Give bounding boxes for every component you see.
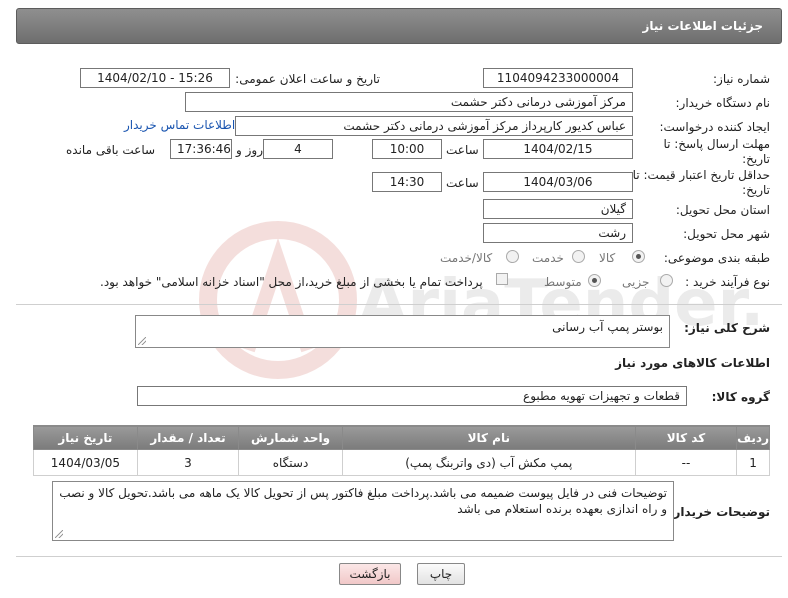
divider (16, 304, 782, 305)
description-textarea[interactable]: بوستر پمپ آب رسانی (135, 315, 670, 348)
back-button[interactable]: بازگشت (339, 563, 401, 585)
goods-group-field[interactable]: قطعات و تجهیزات تهویه مطبوع (137, 386, 687, 406)
print-button[interactable]: چاپ (417, 563, 465, 585)
header-panel: جزئیات اطلاعات نیاز (16, 8, 782, 44)
page-title: جزئیات اطلاعات نیاز (642, 19, 763, 33)
city-field[interactable]: رشت (483, 223, 633, 243)
purchase-option-minor: جزیی (622, 275, 650, 289)
buyer-org-field[interactable]: مرکز آموزشی درمانی دکتر حشمت (185, 92, 633, 112)
description-label: شرح کلی نیاز: (684, 321, 770, 335)
buyer-notes-label: توضیحات خریدار: (668, 505, 770, 519)
creator-field[interactable]: عباس کدیور کارپرداز مرکز آموزشی درمانی د… (235, 116, 633, 136)
table-header-row: ردیف کد کالا نام کالا واحد شمارش تعداد /… (33, 425, 770, 450)
purchase-option-medium: متوسط (544, 275, 582, 289)
category-radio-service[interactable] (572, 250, 585, 263)
treasury-checkbox[interactable] (496, 273, 508, 285)
announce-label: تاریخ و ساعت اعلان عمومی: (235, 72, 380, 86)
category-label: طبقه بندی موضوعی: (663, 251, 770, 265)
remaining-time-label: ساعت باقی مانده (66, 143, 156, 157)
need-number-label: شماره نیاز: (713, 72, 770, 86)
category-option-both: کالا/خدمت (440, 251, 493, 265)
goods-group-label: گروه کالا: (711, 390, 770, 404)
cell-item-code: -- (634, 449, 738, 476)
need-number-field[interactable]: 1104094233000004 (483, 68, 633, 88)
category-radio-goods[interactable] (632, 250, 645, 263)
city-label: شهر محل تحویل: (683, 227, 770, 241)
purchase-type-label: نوع فرآیند خرید : (685, 275, 770, 289)
goods-table: ردیف کد کالا نام کالا واحد شمارش تعداد /… (33, 425, 770, 476)
deadline-date-field[interactable]: 1404/02/15 (483, 139, 633, 159)
cell-row-no: 1 (736, 449, 770, 476)
price-validity-label: حداقل تاریخ اعتبار قیمت: تا تاریخ: (632, 168, 770, 197)
goods-section-title: اطلاعات کالاهای مورد نیاز (615, 356, 770, 370)
province-field[interactable]: گیلان (483, 199, 633, 219)
deadline-days-label: روز و (236, 143, 263, 157)
table-row[interactable]: 1 -- پمپ مکش آب (دی واتربنگ پمپ) دستگاه … (33, 449, 770, 476)
watermark-logo: AriaTender.neT (199, 221, 768, 379)
deadline-days-field[interactable]: 4 (263, 139, 333, 159)
col-item-code: کد کالا (634, 425, 738, 450)
purchase-radio-minor[interactable] (660, 274, 673, 287)
category-option-service: خدمت (532, 251, 564, 265)
price-validity-time-field[interactable]: 14:30 (372, 172, 442, 192)
col-row-no: ردیف (736, 425, 770, 450)
remaining-time-field[interactable]: 17:36:46 (170, 139, 232, 159)
cell-need-date: 1404/03/05 (33, 449, 138, 476)
col-item-name: نام کالا (341, 425, 636, 450)
purchase-radio-medium[interactable] (588, 274, 601, 287)
buyer-notes-textarea[interactable]: توضیحات فنی در فایل پیوست ضمیمه می باشد.… (52, 481, 674, 541)
cell-item-name: پمپ مکش آب (دی واتربنگ پمپ) (341, 449, 636, 476)
category-radio-both[interactable] (506, 250, 519, 263)
price-validity-date-field[interactable]: 1404/03/06 (483, 172, 633, 192)
deadline-time-field[interactable]: 10:00 (372, 139, 442, 159)
resize-grip[interactable] (138, 337, 146, 345)
announce-field[interactable]: 1404/02/10 - 15:26 (80, 68, 230, 88)
description-text: بوستر پمپ آب رسانی (552, 320, 663, 334)
deadline-time-label: ساعت (446, 143, 479, 157)
buyer-org-label: نام دستگاه خریدار: (675, 96, 771, 110)
col-quantity: تعداد / مقدار (136, 425, 240, 450)
col-need-date: تاریخ نیاز (33, 425, 138, 450)
divider (16, 556, 782, 557)
buyer-notes-text: توضیحات فنی در فایل پیوست ضمیمه می باشد.… (59, 486, 667, 516)
buyer-contact-link[interactable]: اطلاعات تماس خریدار (124, 118, 235, 132)
price-validity-time-label: ساعت (446, 176, 479, 190)
creator-label: ایجاد کننده درخواست: (659, 120, 770, 134)
cell-quantity: 3 (136, 449, 240, 476)
deadline-label: مهلت ارسال پاسخ: تا تاریخ: (663, 137, 770, 166)
province-label: استان محل تحویل: (675, 203, 770, 217)
category-option-goods: کالا (599, 251, 616, 265)
col-unit: واحد شمارش (238, 425, 343, 450)
cell-unit: دستگاه (238, 449, 343, 476)
treasury-note: پرداخت تمام یا بخشی از مبلغ خرید،از محل … (100, 275, 483, 289)
resize-grip[interactable] (55, 530, 63, 538)
